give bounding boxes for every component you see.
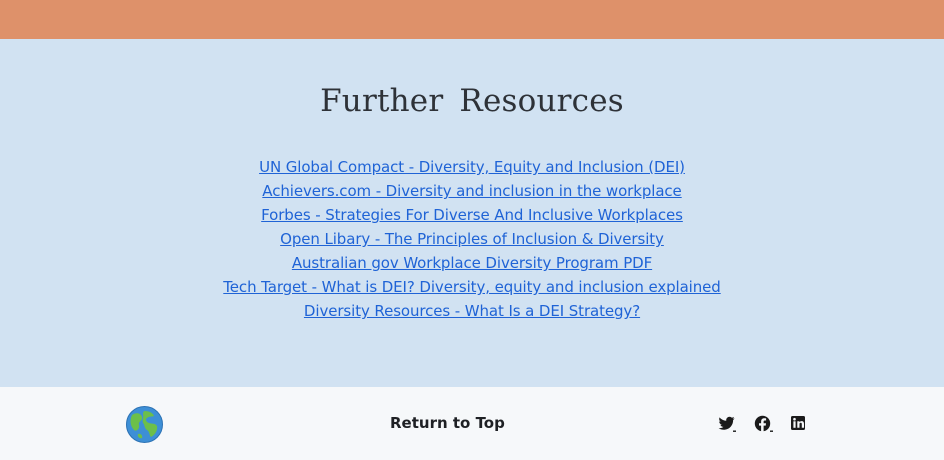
- resource-link-un-global-compact[interactable]: UN Global Compact - Diversity, Equity an…: [0, 155, 944, 179]
- facebook-icon[interactable]: [754, 415, 774, 433]
- resource-link-open-library[interactable]: Open Libary - The Principles of Inclusio…: [0, 227, 944, 251]
- resource-link-australian-gov[interactable]: Australian gov Workplace Diversity Progr…: [0, 251, 944, 275]
- resource-link-forbes[interactable]: Forbes - Strategies For Diverse And Incl…: [0, 203, 944, 227]
- page-footer: Return to Top: [0, 387, 944, 460]
- linkedin-icon[interactable]: [790, 415, 810, 433]
- top-banner: [0, 0, 944, 39]
- twitter-icon[interactable]: [717, 415, 737, 433]
- return-to-top-link[interactable]: Return to Top: [390, 414, 505, 432]
- resource-link-achievers[interactable]: Achievers.com - Diversity and inclusion …: [0, 179, 944, 203]
- further-resources-section: Further Resources UN Global Compact - Di…: [0, 39, 944, 387]
- resource-links-list: UN Global Compact - Diversity, Equity an…: [0, 155, 944, 323]
- resource-link-diversity-resources[interactable]: Diversity Resources - What Is a DEI Stra…: [0, 299, 944, 323]
- resource-link-tech-target[interactable]: Tech Target - What is DEI? Diversity, eq…: [0, 275, 944, 299]
- section-title: Further Resources: [320, 83, 624, 119]
- globe-icon[interactable]: [126, 406, 163, 443]
